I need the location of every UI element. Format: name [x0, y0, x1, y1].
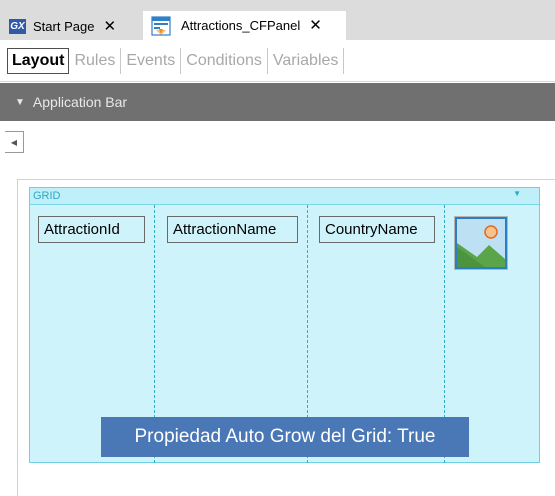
collapse-arrow-button[interactable]: ◀: [5, 131, 24, 153]
grid-column-attractionid[interactable]: AttractionId: [38, 216, 145, 243]
tab-start-page[interactable]: GX Start Page ✕: [9, 12, 116, 40]
application-bar[interactable]: ▼ Application Bar: [0, 83, 555, 121]
tab-events[interactable]: Events: [121, 48, 182, 74]
panel-object-icon: [151, 15, 171, 36]
grid-menu-icon[interactable]: ▼: [513, 189, 521, 198]
close-icon[interactable]: ✕: [103, 19, 116, 34]
grid-title: GRID: [33, 190, 61, 202]
application-bar-label: Application Bar: [32, 94, 128, 110]
tab-attractions-cfpanel-label: Attractions_CFPanel: [181, 18, 301, 33]
close-icon[interactable]: ✕: [309, 18, 322, 33]
tab-start-page-label: Start Page: [33, 18, 95, 34]
genexus-icon: GX: [9, 18, 26, 34]
image-placeholder[interactable]: [454, 216, 508, 270]
document-tab-strip: GX Start Page ✕ Attractions_CFPanel ✕: [0, 0, 555, 40]
designer-tab-bar: Layout Rules Events Conditions Variables: [0, 40, 555, 82]
tab-rules[interactable]: Rules: [69, 48, 122, 74]
grid-column-countryname[interactable]: CountryName: [319, 216, 435, 243]
tab-layout[interactable]: Layout: [7, 48, 70, 74]
tab-conditions[interactable]: Conditions: [181, 48, 268, 74]
tab-variables[interactable]: Variables: [268, 48, 345, 74]
annotation-callout: Propiedad Auto Grow del Grid: True: [101, 417, 469, 457]
grid-column-attractionname[interactable]: AttractionName: [167, 216, 298, 243]
expand-caret-icon[interactable]: ▼: [15, 97, 25, 108]
tab-attractions-cfpanel[interactable]: Attractions_CFPanel ✕: [143, 11, 346, 40]
grid-header: GRID ▼: [30, 188, 539, 205]
arrow-left-icon: ◀: [10, 137, 18, 147]
image-icon: [455, 217, 507, 269]
